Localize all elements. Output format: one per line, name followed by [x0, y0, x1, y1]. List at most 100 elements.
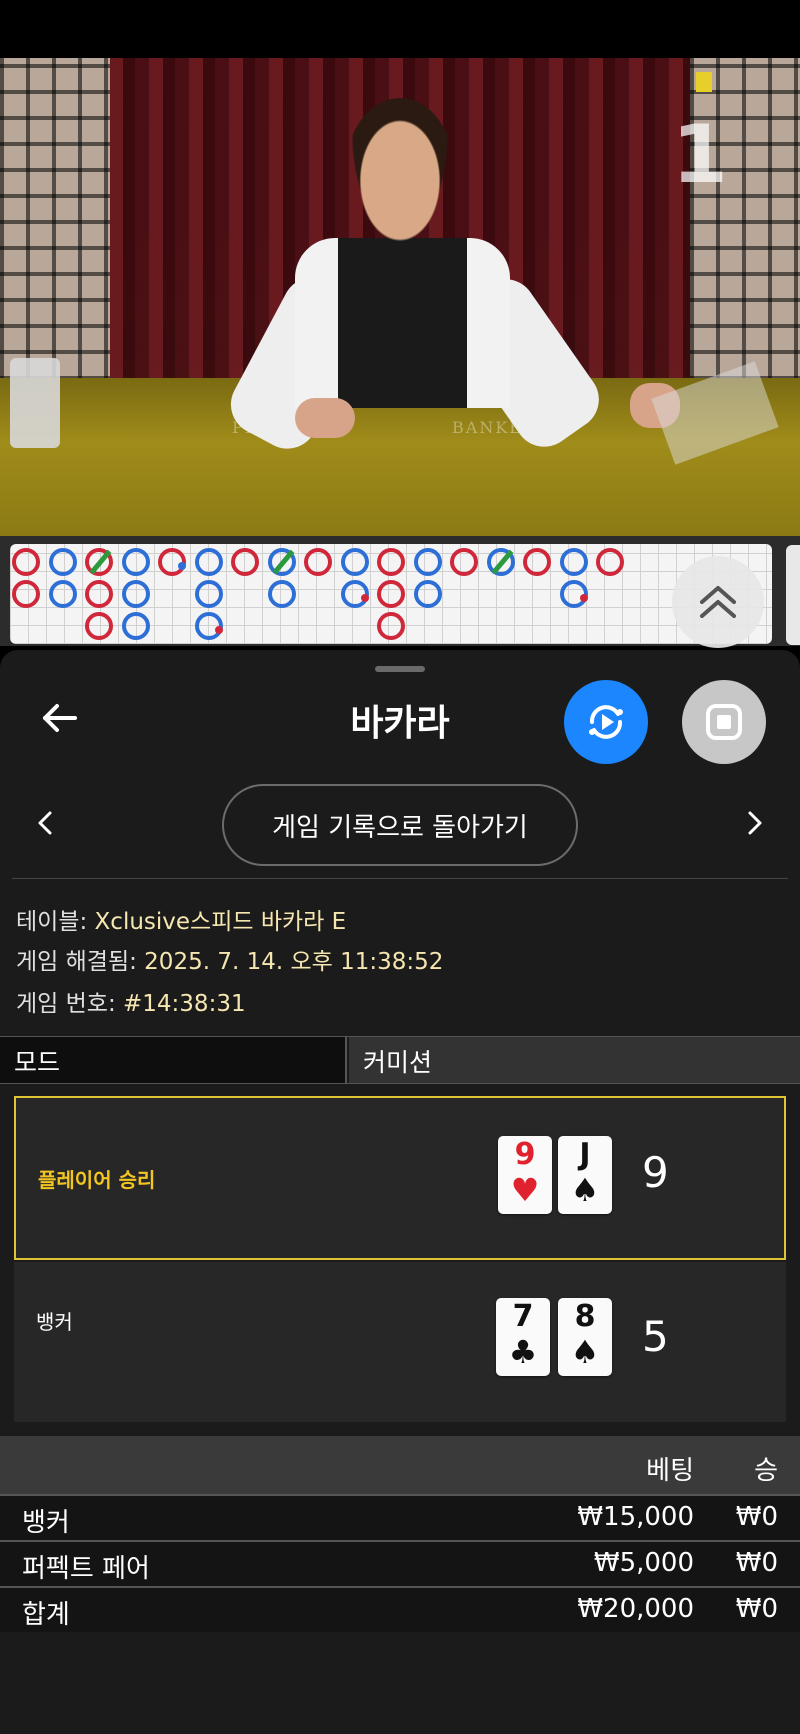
- mode-row: 모드 커미션: [0, 1036, 800, 1084]
- pair-marker: [360, 594, 369, 602]
- player-bead: [486, 548, 515, 576]
- double-chevron-up-icon: [700, 586, 736, 618]
- banker-card-1: 7 ♣: [496, 1298, 550, 1376]
- player-bead: [413, 548, 442, 576]
- pair-marker: [178, 562, 186, 570]
- game-history-sheet: 바카라 게임 기록으로 돌아가기 테이블: Xclusive스피드 바카라 E …: [0, 650, 800, 1734]
- banker-bead: [377, 612, 405, 640]
- spade-suit-icon: ♠: [570, 1333, 600, 1371]
- side-road-strip: [786, 545, 800, 645]
- stop-button[interactable]: [682, 680, 766, 764]
- previous-game-button[interactable]: [30, 808, 60, 838]
- expand-road-button[interactable]: [672, 556, 764, 648]
- dealer-body: [295, 238, 510, 408]
- banker-result-label: 뱅커: [36, 1310, 73, 1334]
- game-number-info: 게임 번호: #14:38:31: [16, 984, 246, 1018]
- bet-amount: ₩5,000: [593, 1548, 694, 1578]
- win-amount: ₩0: [735, 1548, 778, 1578]
- banker-bead: [12, 548, 40, 576]
- mode-label: 모드: [0, 1037, 347, 1083]
- player-bead: [121, 612, 150, 640]
- chevron-left-icon: [38, 811, 52, 835]
- banker-bead: [523, 548, 551, 576]
- card-rank: 8: [574, 1299, 596, 1334]
- player-bead: [48, 548, 77, 576]
- bead-road-grid: [10, 544, 772, 644]
- back-button[interactable]: [38, 696, 82, 740]
- player-result: 플레이어 승리 9 ♥ J ♠ 9: [14, 1096, 786, 1260]
- tie-marker: [89, 549, 112, 575]
- stop-icon: [706, 704, 742, 740]
- dealer-head: [345, 98, 455, 248]
- banker-bead: [596, 548, 624, 576]
- player-result-label: 플레이어 승리: [38, 1168, 156, 1192]
- banker-bead: [450, 548, 478, 576]
- table-label: 테이블:: [16, 909, 95, 935]
- banker-bead: [231, 548, 259, 576]
- round-number: 1: [672, 108, 728, 201]
- total-win-amount: ₩0: [735, 1594, 778, 1624]
- player-score: 9: [642, 1148, 669, 1197]
- status-bar: [0, 0, 800, 58]
- mode-value: 커미션: [349, 1037, 800, 1083]
- divider: [12, 878, 788, 879]
- table-row-total: 합계 ₩20,000 ₩0: [0, 1586, 800, 1632]
- player-card-1: 9 ♥: [498, 1136, 552, 1214]
- drag-handle[interactable]: [375, 666, 425, 672]
- banker-card-2: 8 ♠: [558, 1298, 612, 1376]
- arrow-left-icon: [43, 704, 77, 732]
- total-bet-amount: ₩20,000: [577, 1594, 694, 1624]
- flag-icon: [696, 72, 712, 92]
- banker-bead: [377, 580, 405, 608]
- banker-result: 뱅커 7 ♣ 8 ♠ 5: [14, 1262, 786, 1422]
- banker-bead: [377, 548, 405, 576]
- win-amount: ₩0: [735, 1502, 778, 1532]
- dealer-hand-left: [295, 398, 355, 438]
- bet-name: 퍼펙트 페어: [22, 1554, 150, 1584]
- banker-bead: [85, 580, 113, 608]
- resolved-label: 게임 해결됨:: [16, 949, 145, 975]
- resolved-value: 2025. 7. 14. 오후 11:38:52: [144, 949, 444, 975]
- player-bead: [194, 548, 223, 576]
- pair-marker: [579, 594, 588, 602]
- banker-bead: [85, 612, 113, 640]
- player-bead: [340, 548, 369, 576]
- heart-suit-icon: ♥: [510, 1171, 540, 1209]
- banker-score: 5: [642, 1312, 669, 1361]
- page-title: 바카라: [350, 703, 450, 744]
- card-stack: [10, 358, 60, 448]
- resolved-info: 게임 해결됨: 2025. 7. 14. 오후 11:38:52: [16, 942, 443, 976]
- table-row: 퍼펙트 페어 ₩5,000 ₩0: [0, 1540, 800, 1586]
- player-bead: [121, 548, 150, 576]
- next-game-button[interactable]: [740, 808, 770, 838]
- bet-name: 뱅커: [22, 1508, 70, 1538]
- banker-bead: [304, 548, 332, 576]
- player-bead: [194, 612, 223, 640]
- banker-bead: [158, 548, 186, 576]
- player-bead: [413, 580, 442, 608]
- player-bead: [340, 580, 369, 608]
- back-to-history-button[interactable]: 게임 기록으로 돌아가기: [222, 784, 578, 866]
- total-label: 합계: [22, 1600, 70, 1630]
- bets-table-header: 베팅 승: [0, 1436, 800, 1494]
- tie-marker: [491, 549, 513, 575]
- card-rank: 9: [514, 1137, 536, 1172]
- pair-marker: [214, 626, 223, 634]
- player-bead: [267, 580, 296, 608]
- player-bead: [121, 580, 150, 608]
- replay-button[interactable]: [564, 680, 648, 764]
- table-info: 테이블: Xclusive스피드 바카라 E: [16, 902, 346, 936]
- live-video[interactable]: PLAYER BANKER 1: [0, 58, 800, 536]
- player-card-2: J ♠: [558, 1136, 612, 1214]
- tie-marker: [272, 549, 294, 575]
- card-rank: J: [579, 1137, 591, 1172]
- table-row: 뱅커 ₩15,000 ₩0: [0, 1494, 800, 1540]
- bet-amount: ₩15,000: [577, 1502, 694, 1532]
- card-rank: 7: [512, 1299, 534, 1334]
- chevron-right-icon: [748, 811, 762, 835]
- player-bead: [194, 580, 223, 608]
- player-bead: [267, 548, 296, 576]
- player-bead: [559, 580, 588, 608]
- club-suit-icon: ♣: [508, 1333, 538, 1371]
- banker-bead: [12, 580, 40, 608]
